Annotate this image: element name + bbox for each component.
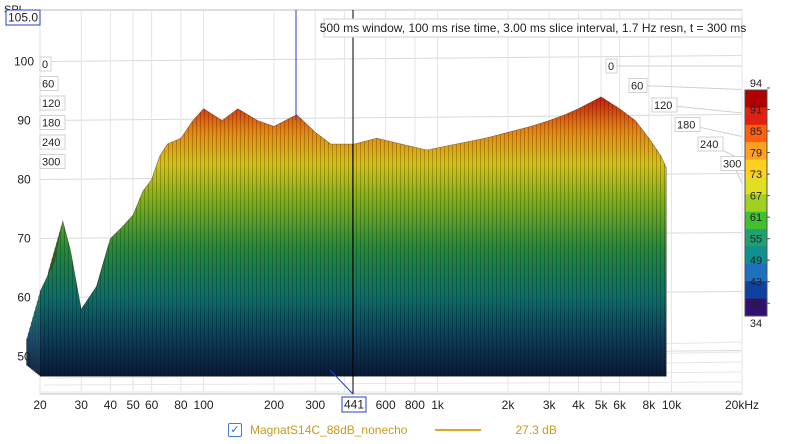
x-tick-label: 4k: [572, 398, 586, 412]
x-tick-label: 30: [75, 398, 89, 412]
colorbar-tick-label: 34: [750, 318, 762, 330]
series-name[interactable]: MagnatS14C_88dB_nonecho: [250, 423, 407, 437]
y-tick-label: 50: [17, 350, 31, 364]
time-tick-label-right: 60: [631, 81, 643, 93]
colorbar-tick-label: 91: [750, 105, 762, 117]
y-tick-label: 70: [17, 232, 31, 246]
colorbar-tick-label: 85: [750, 126, 762, 138]
series-checkbox[interactable]: ✓: [228, 423, 242, 437]
x-tick-label: 6k: [613, 398, 627, 412]
x-tick-label: 8k: [643, 398, 657, 412]
time-tick-label-right: 180: [677, 120, 695, 132]
colorbar-tick-label: 43: [750, 277, 762, 289]
x-tick-label: 600: [376, 398, 396, 412]
x-tick-label: 1k: [431, 398, 445, 412]
x-tick-label: 20: [33, 398, 47, 412]
time-tick-label-left: 0: [42, 59, 48, 71]
chart-title: 500 ms window, 100 ms rise time, 3.00 ms…: [320, 21, 747, 35]
y-tick-label: 60: [17, 291, 31, 305]
time-tick-label-left: 120: [42, 98, 60, 110]
colorbar-tick-label: 55: [750, 234, 762, 246]
x-tick-label: 100: [194, 398, 214, 412]
x-tick-label: 3k: [543, 398, 557, 412]
x-axis: 20304050608010020030046008001k2k3k4k5k6k…: [33, 398, 759, 412]
y-axis: 50 60 70 80 90 100: [14, 55, 34, 364]
x-tick-label: 200: [264, 398, 284, 412]
x-tick-label: 800: [405, 398, 425, 412]
time-tick-label-right: 300: [723, 159, 741, 171]
x-tick-label: 50: [126, 398, 140, 412]
colorbar-tick-label: 73: [750, 169, 762, 181]
time-tick-label-right: 0: [608, 61, 614, 73]
x-tick-label: 5k: [595, 398, 609, 412]
series-line-swatch: [435, 429, 482, 431]
x-tick-label: 80: [174, 398, 188, 412]
legend: ✓ MagnatS14C_88dB_nonecho 27.3 dB: [228, 421, 557, 439]
x-tick-label: 300: [305, 398, 325, 412]
y-cursor-value: 105.0: [8, 11, 38, 25]
x-cursor-value: 441: [344, 398, 364, 412]
y-tick-label: 90: [17, 114, 31, 128]
series-value: 27.3 dB: [515, 423, 557, 437]
colorbar: 94 91 85 79 73 67 61 55 49 43 37 34: [744, 78, 770, 330]
x-tick-label: 20kHz: [725, 398, 759, 412]
time-tick-label-left: 240: [42, 137, 60, 149]
colorbar-tick-label: 49: [750, 255, 762, 267]
x-tick-label: 60: [145, 398, 159, 412]
x-tick-label: 10k: [662, 398, 682, 412]
time-tick-label-right: 240: [700, 139, 718, 151]
colorbar-tick-label: 79: [750, 148, 762, 160]
colorbar-tick-label: 61: [750, 212, 762, 224]
time-tick-label-right: 120: [654, 100, 672, 112]
colorbar-tick-label: 67: [750, 191, 762, 203]
x-tick-label: 2k: [502, 398, 516, 412]
time-tick-label-left: 180: [42, 118, 60, 130]
colorbar-tick-label: 94: [750, 78, 762, 90]
x-tick-label: 40: [104, 398, 118, 412]
time-tick-label-left: 60: [42, 79, 54, 91]
time-tick-label-left: 300: [42, 157, 60, 169]
waterfall-chart: 5060708090100 20304050608010020030046008…: [4, 4, 770, 413]
y-tick-label: 80: [17, 173, 31, 187]
y-tick-label: 100: [14, 55, 34, 69]
colorbar-tick-label: 37: [750, 298, 762, 310]
